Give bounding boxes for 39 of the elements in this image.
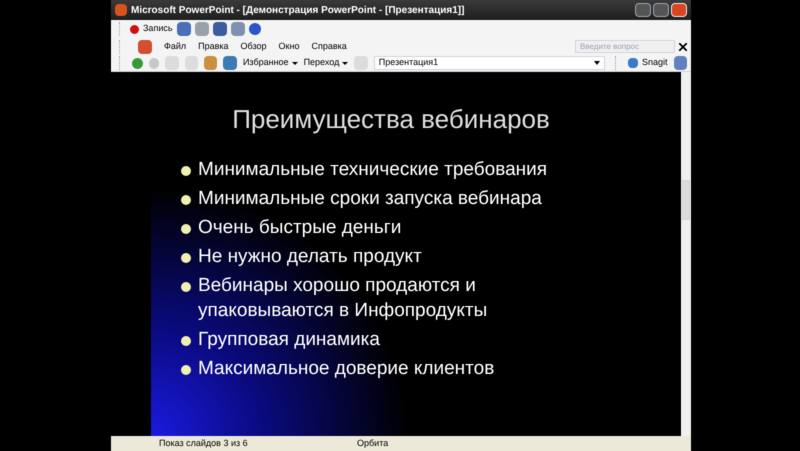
bullet-icon (181, 253, 191, 263)
bullet-text: Минимальные технические требования (198, 158, 548, 182)
bullet-icon (181, 224, 191, 234)
minimize-button[interactable] (635, 3, 651, 17)
bullet-text: Минимальные сроки запуска вебинара (198, 187, 543, 211)
bullet-icon (181, 166, 191, 176)
close-icon[interactable] (679, 42, 687, 50)
scroll-thumb[interactable] (682, 180, 690, 220)
caret-icon (342, 62, 348, 64)
bullet-icon (181, 195, 191, 205)
close-button[interactable] (671, 3, 687, 17)
bullet-icon (181, 365, 191, 375)
menu-item[interactable]: Правка (198, 40, 229, 54)
window-title: Microsoft PowerPoint - [Демонстрация PowerPoint - [Презентация1]] (131, 4, 466, 18)
bullet-icon (181, 336, 191, 346)
menu-item[interactable]: Окно (278, 40, 300, 54)
slide-title: Преимущества вебинаров (231, 103, 551, 136)
menu-item[interactable]: Файл (164, 40, 186, 54)
bullet-text: Максимальное доверие клиентов (198, 357, 496, 381)
maximize-button[interactable] (653, 3, 669, 17)
record-button[interactable]: Запись (130, 22, 173, 36)
caret-icon (292, 62, 298, 64)
vertical-scrollbar[interactable] (681, 72, 691, 436)
bullet-text: Очень быстрые деньги (198, 216, 402, 240)
bullet-text: Вебинары хорошо продаются и упаковываются в Инфопродукты (198, 274, 488, 323)
question-field[interactable]: Введите вопрос (575, 40, 675, 53)
bullet-text: Не нужно делать продукт (198, 245, 423, 269)
dropdown-caret-icon (594, 61, 600, 65)
favorites-button[interactable]: Избранное (242, 56, 298, 70)
menu-item[interactable]: Обзор (240, 40, 267, 54)
bullet-icon (181, 282, 191, 292)
go-button[interactable]: Переход (304, 56, 348, 70)
menu-item[interactable]: Справка (311, 40, 347, 54)
address-field[interactable]: Презентация1 (374, 56, 606, 70)
snagit-button[interactable]: Snagit (628, 56, 668, 70)
record-icon (130, 24, 139, 34)
bullet-text: Групповая динамика (198, 328, 381, 352)
slide-count: Показ слайдов 3 из 6 (159, 436, 249, 450)
design-name: Орбита (357, 436, 388, 450)
